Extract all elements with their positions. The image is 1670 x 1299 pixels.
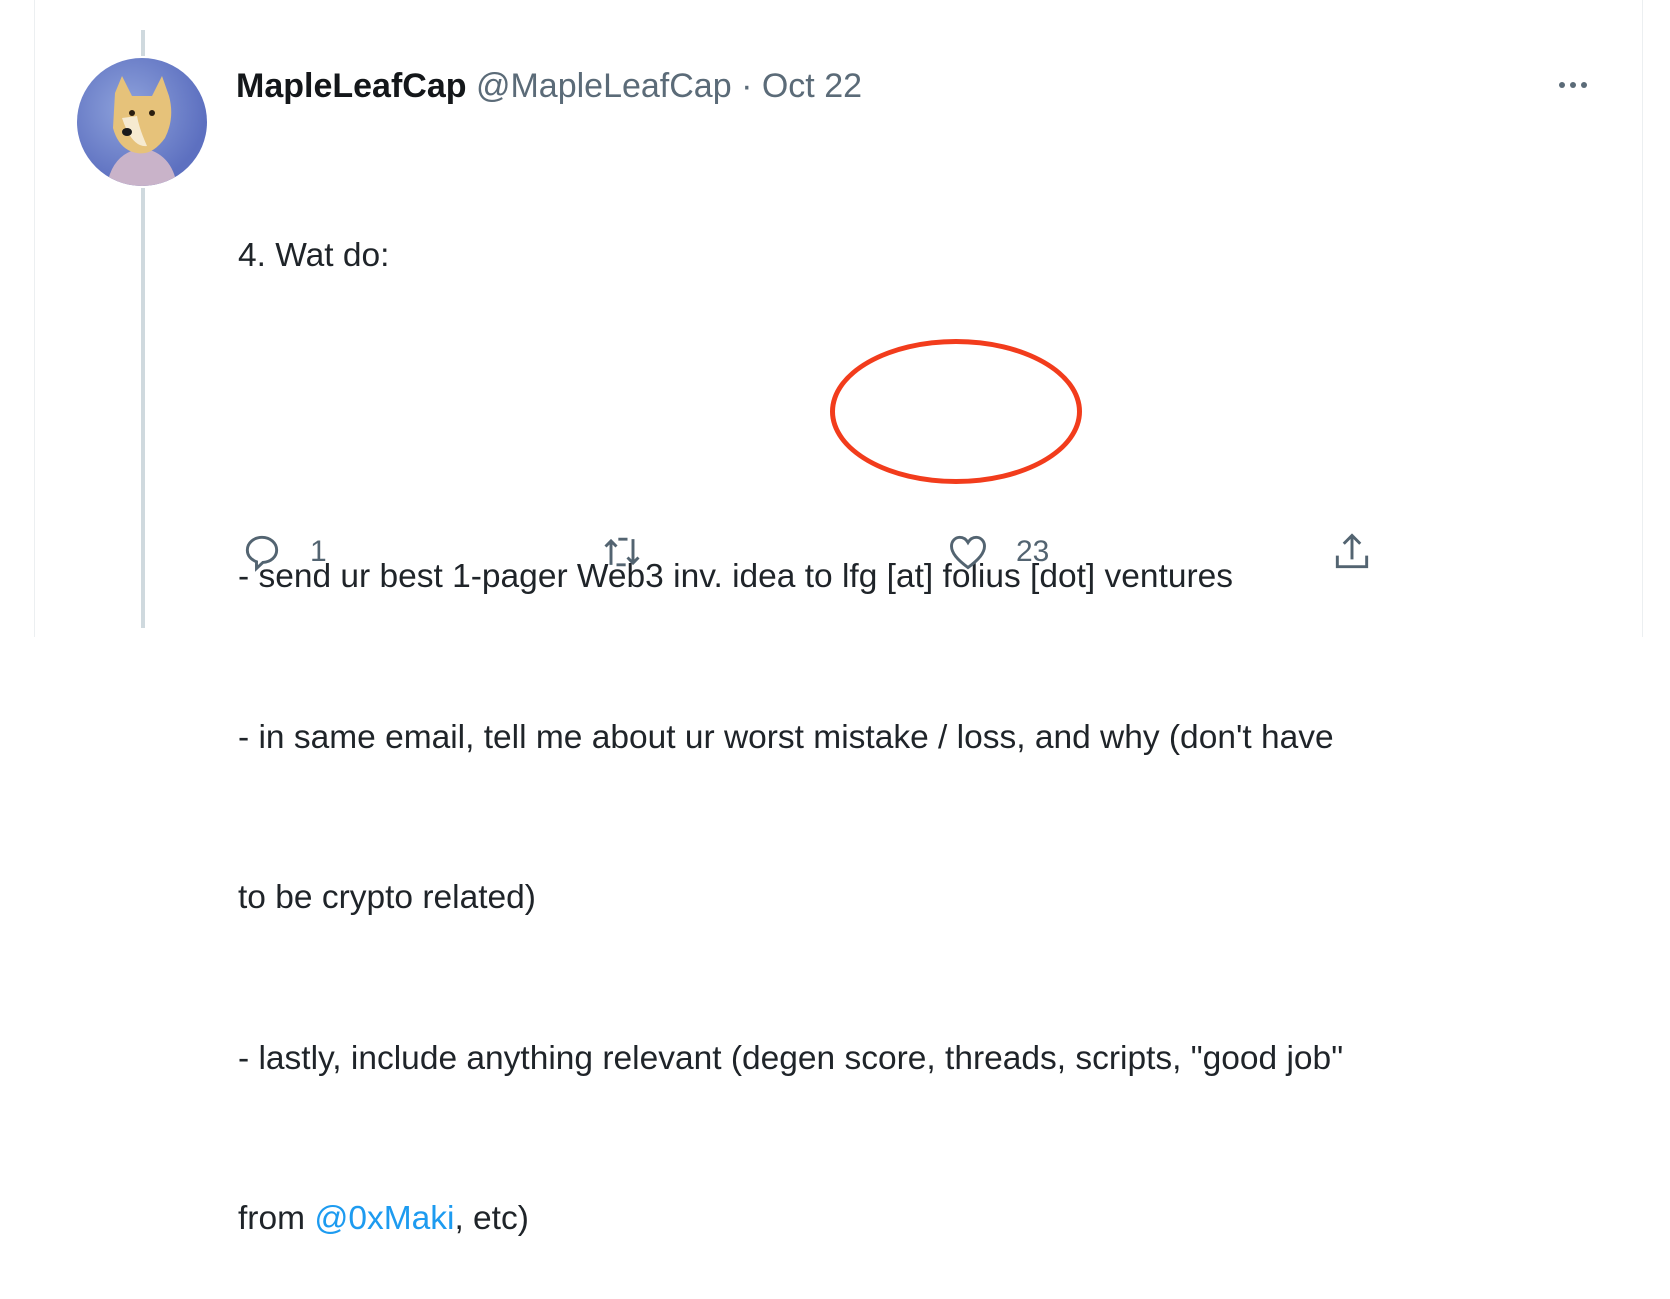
tweet-line: 4. Wat do: (238, 237, 390, 274)
tweet-line: from @0xMaki, etc) (238, 1192, 1343, 1246)
tweet-header: MapleLeafCap @MapleLeafCap · Oct 22 (236, 64, 862, 108)
like-count: 23 (1016, 535, 1050, 568)
tweet-actions: 1 23 (0, 530, 1670, 576)
text-segment: - lastly, include anything relevant (238, 1039, 731, 1077)
retweet-icon (604, 537, 640, 567)
tweet-line: to be crypto related) (238, 879, 536, 916)
reply-count: 1 (310, 535, 327, 568)
tweet-line (238, 390, 1343, 444)
more-dot (1581, 82, 1587, 88)
more-dot (1570, 82, 1576, 88)
text-segment: from (238, 1200, 315, 1237)
reply-icon (245, 535, 279, 572)
text-segment: , etc) (454, 1200, 529, 1237)
highlighted-text: (degen score, (730, 1039, 936, 1077)
share-icon (1335, 533, 1369, 569)
thread-line-top (141, 30, 145, 56)
tweet-line: - in same email, tell me about ur worst … (238, 718, 1334, 756)
text-segment: threads, scripts, "good job" (935, 1039, 1344, 1077)
tweet-date[interactable]: Oct 22 (762, 67, 862, 105)
heart-icon (950, 535, 986, 570)
more-options-button[interactable] (1548, 70, 1598, 100)
tweet-text: 4. Wat do: - send ur best 1-pager Web3 i… (238, 122, 1343, 1299)
doge-avatar-image (107, 76, 177, 186)
mention-link[interactable]: @0xMaki (314, 1200, 454, 1237)
share-button[interactable] (1330, 530, 1374, 574)
like-button[interactable]: 23 (946, 530, 1049, 574)
tweet-line: - lastly, include anything relevant (deg… (238, 1032, 1343, 1086)
more-horizontal-icon (1559, 82, 1565, 88)
user-handle[interactable]: @MapleLeafCap (476, 67, 732, 105)
red-circle-annotation (830, 339, 1082, 484)
reply-button[interactable]: 1 (240, 530, 327, 574)
display-name[interactable]: MapleLeafCap (236, 67, 467, 105)
avatar[interactable] (77, 58, 207, 186)
separator: · (741, 67, 753, 105)
retweet-button[interactable] (600, 530, 670, 574)
